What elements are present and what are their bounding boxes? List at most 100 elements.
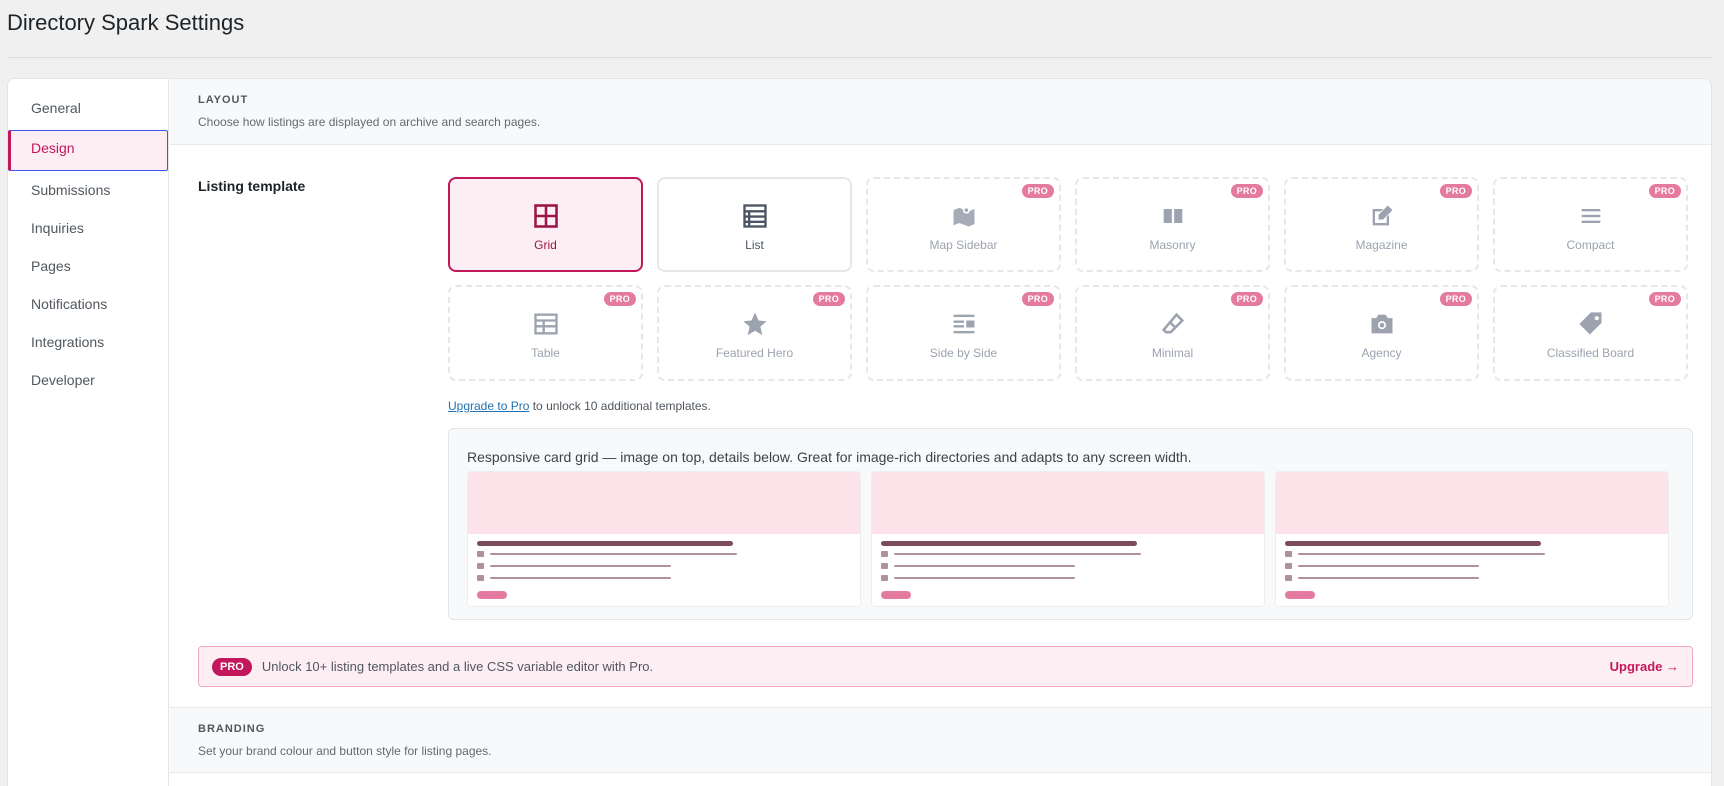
template-label: Agency <box>1361 346 1402 360</box>
card-title-placeholder <box>881 541 1137 546</box>
align-icon <box>950 310 978 338</box>
template-label: Magazine <box>1355 237 1408 252</box>
pro-banner: PRO Unlock 10+ listing templates and a l… <box>198 646 1693 687</box>
eraser-icon <box>1159 310 1187 338</box>
template-picker: Grid List Map Sidebar PRO Masonry PRO Magazine… <box>448 177 1693 381</box>
template-label: Map Sidebar <box>929 237 998 252</box>
preview-card <box>467 471 861 607</box>
card-meta-line <box>1298 553 1545 555</box>
columns-icon <box>1159 202 1187 230</box>
sidebar-item-integrations[interactable]: Integrations <box>8 323 168 361</box>
template-featured-hero[interactable]: Featured Hero PRO <box>657 285 852 381</box>
card-meta-icon <box>477 551 484 557</box>
card-meta-icon <box>1285 575 1292 581</box>
card-meta-line <box>490 577 671 579</box>
card-meta-line <box>894 577 1075 579</box>
edit-icon <box>1368 202 1396 230</box>
template-label: Minimal <box>1151 346 1194 360</box>
sidebar-item-general[interactable]: General <box>8 89 168 127</box>
card-meta-line <box>490 553 737 555</box>
preview-cards <box>467 471 1669 607</box>
sidebar-item-notifications[interactable]: Notifications <box>8 285 168 323</box>
settings-sidebar: General Design Submissions Inquiries Pages No… <box>8 79 169 786</box>
settings-panel: General Design Submissions Inquiries Pages No… <box>7 78 1712 786</box>
card-meta-icon <box>881 551 888 557</box>
section-title: BRANDING <box>198 723 266 735</box>
pro-badge: PRO <box>1648 184 1681 198</box>
template-agency[interactable]: Agency PRO <box>1284 285 1479 381</box>
card-image-placeholder <box>1276 472 1668 534</box>
sidebar-nav: General Design Submissions Inquiries Pages No… <box>8 79 168 399</box>
template-map-sidebar[interactable]: Map Sidebar PRO <box>866 177 1061 272</box>
card-button-placeholder <box>477 591 507 599</box>
pro-badge: PRO <box>1648 292 1681 306</box>
pro-badge: PRO <box>1439 292 1472 306</box>
upgrade-to-pro-link[interactable]: Upgrade to Pro <box>448 399 529 413</box>
sidebar-item-pages[interactable]: Pages <box>8 247 168 285</box>
sidebar-item-developer[interactable]: Developer <box>8 361 168 399</box>
card-meta-icon <box>881 575 888 581</box>
star-icon <box>741 310 769 338</box>
template-list[interactable]: List <box>657 177 852 272</box>
pro-badge: PRO <box>1021 292 1054 306</box>
template-label: List <box>745 237 764 252</box>
upgrade-button[interactable]: Upgrade → <box>1610 659 1679 674</box>
card-meta-line <box>894 565 1075 567</box>
template-side-by-side[interactable]: Side by Side PRO <box>866 285 1061 381</box>
card-body <box>468 534 860 606</box>
section-title: LAYOUT <box>198 94 249 106</box>
preview-card <box>1275 471 1669 607</box>
pro-badge: PRO <box>212 657 252 676</box>
card-meta-line <box>1298 577 1479 579</box>
template-table[interactable]: Table PRO <box>448 285 643 381</box>
section-description: Set your brand colour and button style f… <box>198 744 492 758</box>
settings-content: LAYOUT Choose how listings are displayed… <box>170 79 1711 786</box>
card-title-placeholder <box>477 541 733 546</box>
template-label: Featured Hero <box>715 346 794 360</box>
template-label: Grid <box>534 237 557 252</box>
card-meta-icon <box>477 563 484 569</box>
card-image-placeholder <box>872 472 1264 534</box>
card-meta-icon <box>477 575 484 581</box>
template-label: Compact <box>1566 237 1615 252</box>
sidebar-item-submissions[interactable]: Submissions <box>8 171 168 209</box>
page-title: Directory Spark Settings <box>7 10 245 35</box>
list-icon <box>741 202 769 230</box>
card-title-placeholder <box>1285 541 1541 546</box>
card-meta-line <box>894 553 1141 555</box>
card-button-placeholder <box>1285 591 1315 599</box>
template-label: Masonry <box>1149 237 1196 252</box>
template-masonry[interactable]: Masonry PRO <box>1075 177 1270 272</box>
banner-text: Unlock 10+ listing templates and a live … <box>261 659 654 674</box>
sidebar-item-design[interactable]: Design <box>8 130 168 171</box>
sidebar-item-inquiries[interactable]: Inquiries <box>8 209 168 247</box>
template-compact[interactable]: Compact PRO <box>1493 177 1688 272</box>
upgrade-note: Upgrade to Pro to unlock 10 additional t… <box>448 399 711 413</box>
card-meta-icon <box>1285 563 1292 569</box>
card-meta-line <box>490 565 671 567</box>
pro-badge: PRO <box>1439 184 1472 198</box>
template-classified-board[interactable]: Classified Board PRO <box>1493 285 1688 381</box>
map-icon <box>950 202 978 230</box>
template-label: Side by Side <box>929 346 998 360</box>
branding-section-header: BRANDING Set your brand colour and butto… <box>170 707 1711 773</box>
title-divider <box>7 57 1712 58</box>
table-icon <box>532 310 560 338</box>
layout-section-header: LAYOUT Choose how listings are displayed… <box>170 79 1711 145</box>
card-meta-icon <box>1285 551 1292 557</box>
card-meta-icon <box>881 563 888 569</box>
preview-description: Responsive card grid — image on top, det… <box>467 449 1192 465</box>
pro-badge: PRO <box>603 292 636 306</box>
template-grid[interactable]: Grid <box>448 177 643 272</box>
card-button-placeholder <box>881 591 911 599</box>
template-magazine[interactable]: Magazine PRO <box>1284 177 1479 272</box>
pro-badge: PRO <box>812 292 845 306</box>
template-label: Classified Board <box>1546 346 1635 360</box>
card-body <box>1276 534 1668 606</box>
template-preview: Responsive card grid — image on top, det… <box>448 428 1693 620</box>
template-minimal[interactable]: Minimal PRO <box>1075 285 1270 381</box>
card-body <box>872 534 1264 606</box>
card-image-placeholder <box>468 472 860 534</box>
template-label: Table <box>531 346 560 360</box>
card-meta-line <box>1298 565 1479 567</box>
